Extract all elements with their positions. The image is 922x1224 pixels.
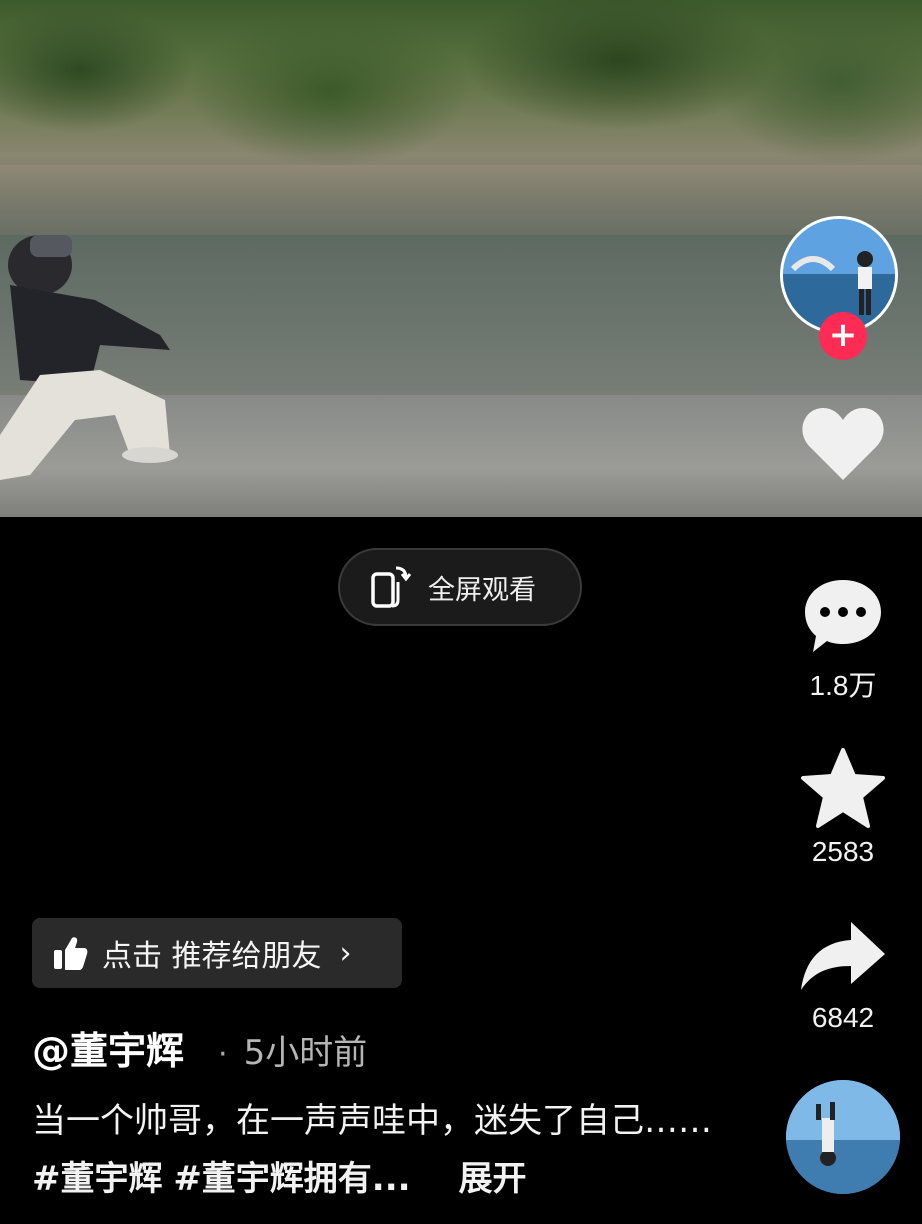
hashtag-link[interactable]: #董宇辉拥有... (173, 1159, 410, 1199)
favorite-count: 2583 (811, 836, 875, 867)
fullscreen-label: 全屏观看 (428, 574, 536, 606)
author-name[interactable]: @董宇辉 (32, 1020, 184, 1075)
separator-dot: · (218, 1037, 228, 1072)
star-icon (801, 748, 885, 828)
share-arrow-icon (801, 922, 885, 990)
favorite-button[interactable]: 2583 (800, 748, 886, 868)
comment-count: 1.8万 (809, 670, 877, 701)
video-person (0, 235, 178, 480)
follow-button[interactable]: + (819, 312, 867, 360)
post-description: 当一个帅哥，在一声声哇中，迷失了自己…… #董宇辉 #董宇辉拥有... 展开 (32, 1092, 722, 1208)
author-avatar-group[interactable]: + (780, 216, 904, 360)
expand-button[interactable]: 展开 (459, 1159, 527, 1199)
hashtag-link[interactable]: #董宇辉 (32, 1159, 163, 1199)
fullscreen-button[interactable]: 全屏观看 (338, 548, 582, 626)
post-time: 5小时前 (243, 1033, 368, 1073)
description-text: 当一个帅哥，在一声声哇中，迷失了自己…… (32, 1101, 712, 1141)
heart-icon (802, 408, 884, 480)
rotate-phone-icon (371, 566, 412, 608)
music-disc[interactable] (786, 1080, 900, 1194)
recommend-to-friend-button[interactable]: 点击 推荐给朋友 › (32, 918, 402, 988)
like-button[interactable] (800, 406, 886, 482)
share-button[interactable]: 6842 (800, 920, 886, 1034)
thumbs-up-icon (54, 937, 88, 970)
recommend-label: 点击 推荐给朋友 (102, 939, 322, 974)
plus-icon: + (828, 315, 858, 355)
share-count: 6842 (811, 1002, 875, 1033)
comment-button[interactable]: 1.8万 (800, 576, 886, 704)
chevron-right-icon: › (339, 935, 352, 971)
comment-icon (805, 580, 881, 652)
author-line: @董宇辉 · 5小时前 (32, 1020, 367, 1075)
